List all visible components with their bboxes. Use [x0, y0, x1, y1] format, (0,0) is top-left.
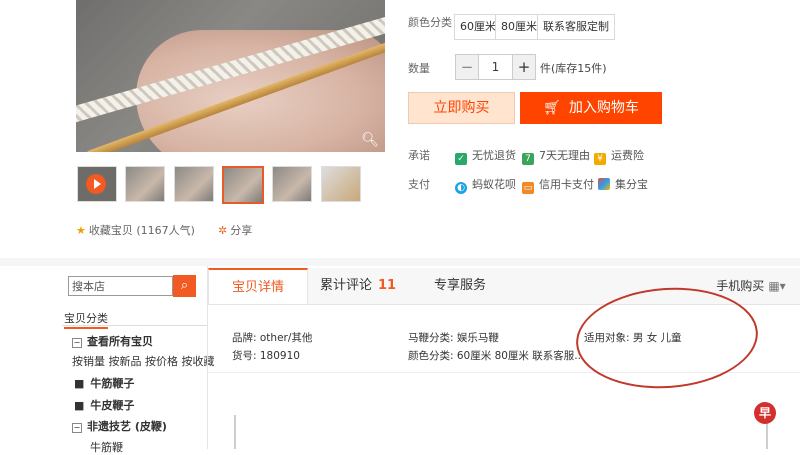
sort-by-favorites[interactable]: 按收藏 [182, 355, 215, 368]
qty-minus-button[interactable]: − [455, 54, 479, 80]
seven-day-icon: 7 [522, 153, 534, 165]
search-icon[interactable]: ⌕ [173, 275, 196, 297]
return-icon: ✓ [455, 153, 467, 165]
play-icon[interactable] [86, 174, 106, 194]
attr-brand: 品牌: other/其他 [232, 332, 313, 344]
category-niujin-label: 牛筋鞭子 [90, 377, 135, 390]
thumbnail-2[interactable] [125, 166, 165, 202]
sort-by-new[interactable]: 按新品 [109, 355, 142, 368]
collapse-icon[interactable]: − [72, 338, 82, 348]
thumbnail-6[interactable] [321, 166, 361, 202]
tab-reviews-label: 累计评论 [319, 278, 372, 293]
category-feiyi[interactable]: − 非遗技艺 (皮鞭) [72, 418, 167, 434]
video-thumbnail[interactable] [77, 166, 117, 202]
category-divider [62, 325, 207, 326]
favorite-link[interactable]: ★ 收藏宝贝 (1167人气) [76, 222, 195, 238]
pay-jifenbao-label: 集分宝 [615, 178, 648, 191]
thumbnail-5[interactable] [272, 166, 312, 202]
tab-mobile-label: 手机购买 [716, 279, 765, 293]
share-label: 分享 [230, 224, 253, 237]
pay-huabei-label: 蚂蚁花呗 [472, 178, 516, 191]
huabei-icon: ◐ [455, 182, 467, 194]
thumbnail-4-active[interactable] [222, 166, 264, 204]
sort-links: 按销量 按新品 按价格 按收藏 [72, 353, 215, 369]
pay-credit[interactable]: ▭ 信用卡支付 [522, 176, 594, 194]
qrcode-icon: ▦▾ [768, 279, 786, 293]
freight-icon: ¥ [594, 153, 606, 165]
qty-input[interactable]: 1 [479, 54, 512, 80]
magnifier-icon[interactable]: 🔍︎ [361, 132, 379, 148]
share-link[interactable]: ✲ 分享 [218, 222, 252, 238]
promise-label: 承诺 [408, 149, 430, 162]
section-separator [0, 258, 800, 266]
pay-huabei[interactable]: ◐ 蚂蚁花呗 [455, 176, 516, 194]
qty-label: 数量 [408, 62, 430, 75]
category-feiyi-label: 非遗技艺 (皮鞭) [87, 420, 167, 433]
category-niupi-label: 牛皮鞭子 [90, 399, 135, 412]
favorite-label: 收藏宝贝 (1167人气) [88, 224, 195, 237]
promise-freight[interactable]: ¥ 运费险 [594, 147, 644, 165]
pay-credit-label: 信用卡支付 [539, 178, 594, 191]
sort-by-sales[interactable]: 按销量 [72, 355, 105, 368]
category-niupi[interactable]: ■ 牛皮鞭子 [74, 397, 134, 413]
sort-by-price[interactable]: 按价格 [145, 355, 178, 368]
collapse-icon[interactable]: − [72, 423, 82, 433]
qty-stock: 件(库存15件) [540, 62, 607, 75]
tab-service[interactable]: 专享服务 [428, 268, 492, 304]
pay-label: 支付 [408, 178, 430, 191]
tab-reviews[interactable]: 累计评论 11 [318, 268, 398, 304]
promise-return-label: 无忧退货 [472, 149, 516, 162]
promise-7day-label: 7天无理由 [539, 149, 590, 162]
cart-icon: 🛒︎ [543, 100, 561, 116]
buy-now-button[interactable]: 立即购买 [408, 92, 515, 124]
review-count: 11 [377, 278, 397, 293]
attr-color: 颜色分类: 60厘米 80厘米 联系客服... [408, 350, 585, 362]
color-option-custom[interactable]: 联系客服定制 [537, 14, 615, 40]
promise-7day[interactable]: 7 7天无理由 [522, 147, 590, 165]
pay-jifenbao[interactable]: 集分宝 [598, 176, 648, 192]
attr-item-no: 货号: 180910 [232, 350, 300, 362]
content-image-edge [234, 415, 236, 449]
qty-plus-button[interactable]: + [512, 54, 536, 80]
add-to-cart-label: 加入购物车 [568, 100, 639, 116]
promise-freight-label: 运费险 [611, 149, 644, 162]
attr-type: 马鞭分类: 娱乐马鞭 [408, 332, 499, 344]
subcategory-niujin[interactable]: 牛筋鞭 [90, 439, 123, 455]
jifenbao-icon [598, 178, 610, 190]
credit-card-icon: ▭ [522, 182, 534, 194]
promise-return[interactable]: ✓ 无忧退货 [455, 147, 516, 165]
color-label: 颜色分类 [408, 16, 452, 29]
watermark-logo: 早 [754, 402, 776, 424]
thumbnail-3[interactable] [174, 166, 214, 202]
star-icon: ★ [76, 224, 86, 237]
shop-search-input[interactable]: 搜本店 [68, 276, 173, 296]
share-icon: ✲ [218, 224, 228, 237]
product-main-image[interactable]: 🔍︎ [76, 0, 385, 152]
color-option-80[interactable]: 80厘米 [495, 14, 543, 40]
add-to-cart-button[interactable]: 🛒︎ 加入购物车 [520, 92, 662, 124]
category-title: 宝贝分类 [64, 310, 108, 329]
category-all[interactable]: − 查看所有宝贝 [72, 333, 153, 349]
category-niujin[interactable]: ■ 牛筋鞭子 [74, 375, 134, 391]
tab-details[interactable]: 宝贝详情 [208, 268, 308, 304]
category-all-label: 查看所有宝贝 [87, 335, 153, 348]
